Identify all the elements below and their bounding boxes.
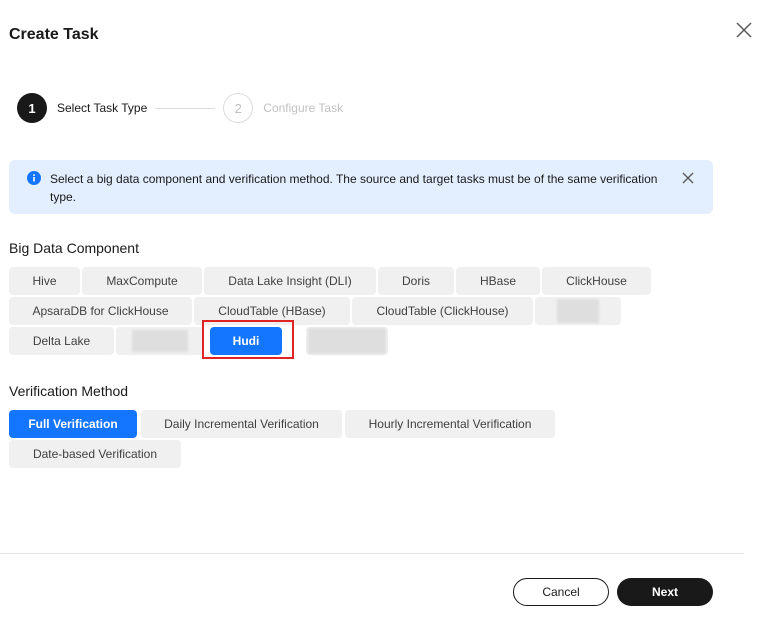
component-redacted-1[interactable]: [535, 297, 621, 325]
component-hbase[interactable]: HBase: [456, 267, 540, 295]
verification-full[interactable]: Full Verification: [9, 410, 137, 438]
verification-hourly-incremental[interactable]: Hourly Incremental Verification: [345, 410, 555, 438]
component-section-title: Big Data Component: [9, 240, 139, 256]
verification-section-title: Verification Method: [9, 383, 129, 399]
step-connector: [155, 107, 216, 109]
dialog-title: Create Task: [9, 26, 99, 43]
redacted-label: [308, 328, 386, 354]
close-icon[interactable]: [734, 20, 754, 40]
verification-date-based[interactable]: Date-based Verification: [9, 440, 181, 468]
component-delta-lake[interactable]: Delta Lake: [9, 327, 114, 355]
redacted-label: [557, 299, 599, 323]
step-2-number: 2: [223, 93, 254, 123]
step-1-label: Select Task Type: [57, 101, 148, 115]
step-2-label: Configure Task: [263, 101, 344, 115]
footer-divider: [0, 553, 744, 554]
component-hive[interactable]: Hive: [9, 267, 80, 295]
info-icon: [27, 171, 41, 185]
component-doris[interactable]: Doris: [378, 267, 454, 295]
next-button[interactable]: Next: [617, 578, 713, 606]
component-redacted-2[interactable]: [116, 327, 204, 355]
component-clickhouse[interactable]: ClickHouse: [542, 267, 651, 295]
selection-highlight: [202, 320, 294, 359]
steps: 1 Select Task Type 2 Configure Task: [17, 93, 343, 123]
component-dli[interactable]: Data Lake Insight (DLI): [204, 267, 376, 295]
alert-message: Select a big data component and verifica…: [50, 172, 658, 204]
component-maxcompute[interactable]: MaxCompute: [82, 267, 202, 295]
component-apsaradb-clickhouse[interactable]: ApsaraDB for ClickHouse: [9, 297, 192, 325]
component-cloudtable-clickhouse[interactable]: CloudTable (ClickHouse): [352, 297, 533, 325]
component-redacted-3[interactable]: [306, 327, 388, 355]
info-alert: Select a big data component and verifica…: [9, 160, 713, 214]
alert-close-icon[interactable]: [681, 171, 695, 185]
cancel-button[interactable]: Cancel: [513, 578, 609, 606]
redacted-label: [132, 330, 188, 352]
verification-daily-incremental[interactable]: Daily Incremental Verification: [141, 410, 342, 438]
step-1-number: 1: [17, 93, 47, 123]
